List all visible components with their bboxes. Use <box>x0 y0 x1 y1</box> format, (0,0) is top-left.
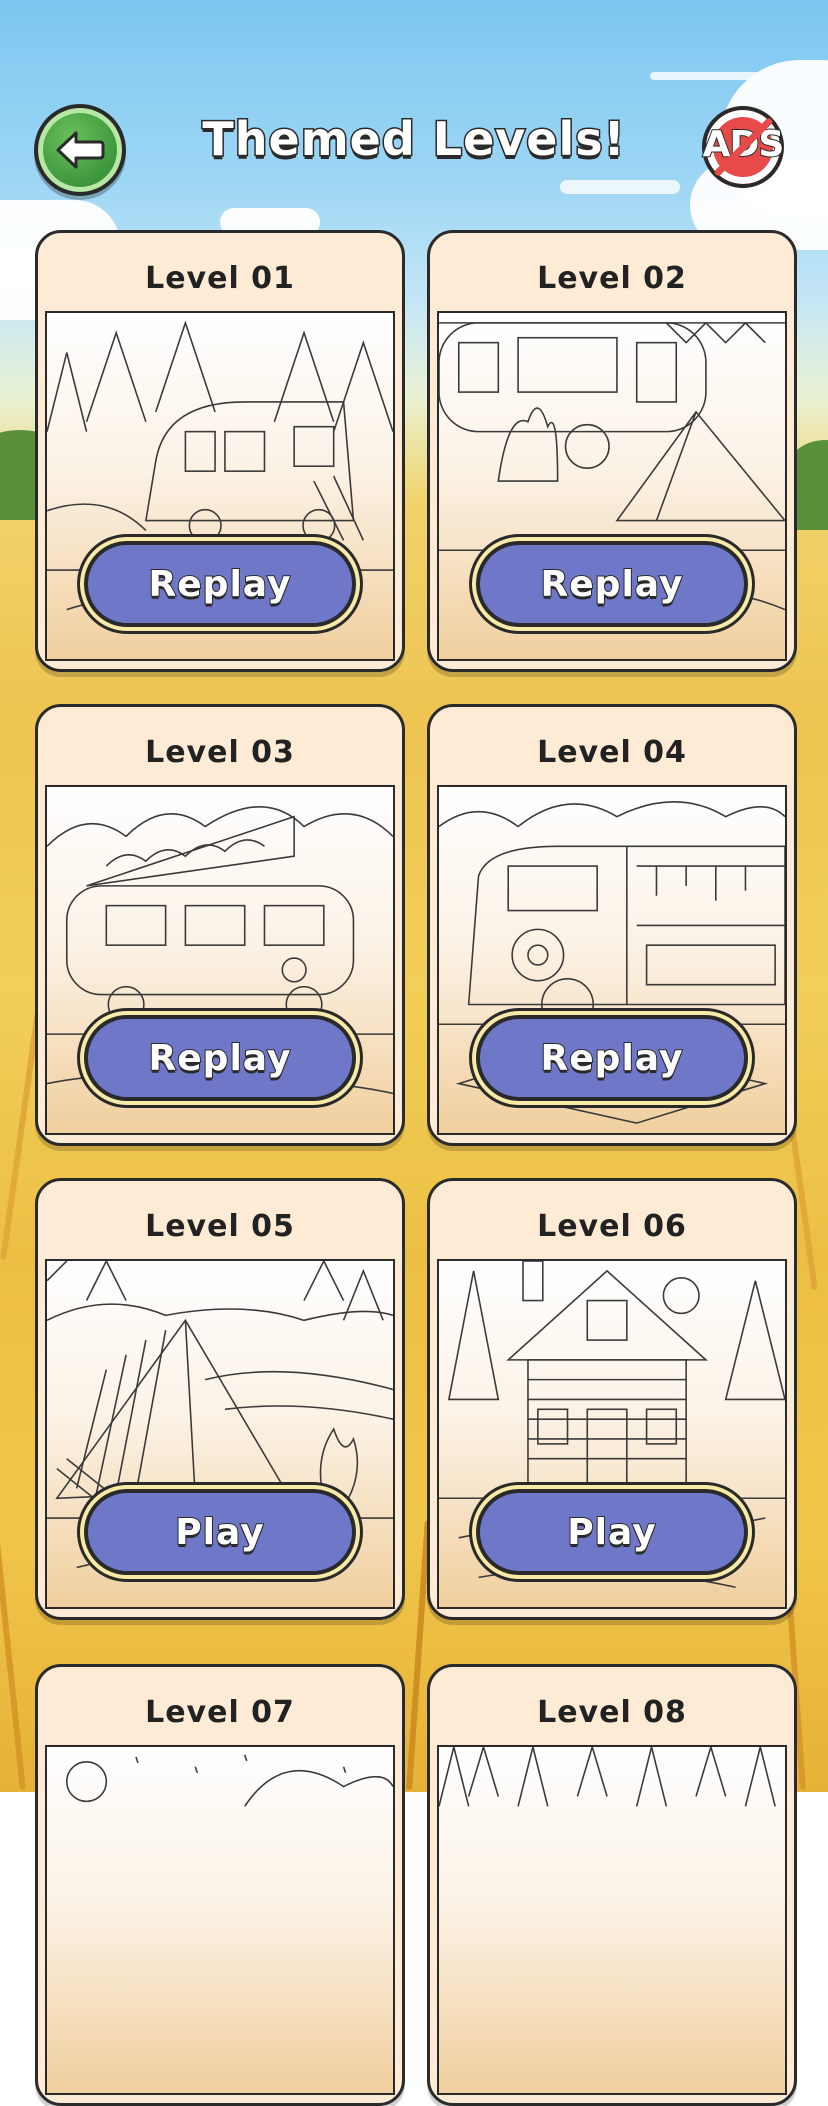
level-thumbnail <box>437 1745 787 2095</box>
replay-button[interactable]: Replay <box>84 541 356 627</box>
level-grid: Level 01 Replay Level 02 Replay Level 03… <box>0 0 828 2106</box>
level-label: Level 06 <box>537 1209 687 1244</box>
level-card[interactable]: Level 05 Play <box>35 1178 405 1620</box>
level-card[interactable]: Level 01 Replay <box>35 230 405 672</box>
replay-button[interactable]: Replay <box>84 1015 356 1101</box>
play-button-label: Play <box>566 1511 657 1554</box>
level-card[interactable]: Level 04 Replay <box>427 704 797 1146</box>
replay-button[interactable]: Replay <box>476 1015 748 1101</box>
level-label: Level 05 <box>145 1209 295 1244</box>
level-label: Level 03 <box>145 735 295 770</box>
level-label: Level 08 <box>537 1695 687 1730</box>
level-label: Level 02 <box>537 261 687 296</box>
level-card[interactable]: Level 07 <box>35 1664 405 2106</box>
level-card[interactable]: Level 03 Replay <box>35 704 405 1146</box>
replay-button-label: Replay <box>540 563 684 606</box>
level-label: Level 01 <box>145 261 295 296</box>
level-thumbnail <box>45 1745 395 2095</box>
replay-button-label: Replay <box>540 1037 684 1080</box>
level-label: Level 07 <box>145 1695 295 1730</box>
replay-button-label: Replay <box>148 1037 292 1080</box>
level-card[interactable]: Level 08 <box>427 1664 797 2106</box>
play-button[interactable]: Play <box>84 1489 356 1575</box>
replay-button-label: Replay <box>148 563 292 606</box>
play-button-label: Play <box>174 1511 265 1554</box>
play-button[interactable]: Play <box>476 1489 748 1575</box>
level-card[interactable]: Level 06 Play <box>427 1178 797 1620</box>
level-card[interactable]: Level 02 Replay <box>427 230 797 672</box>
level-label: Level 04 <box>537 735 687 770</box>
replay-button[interactable]: Replay <box>476 541 748 627</box>
